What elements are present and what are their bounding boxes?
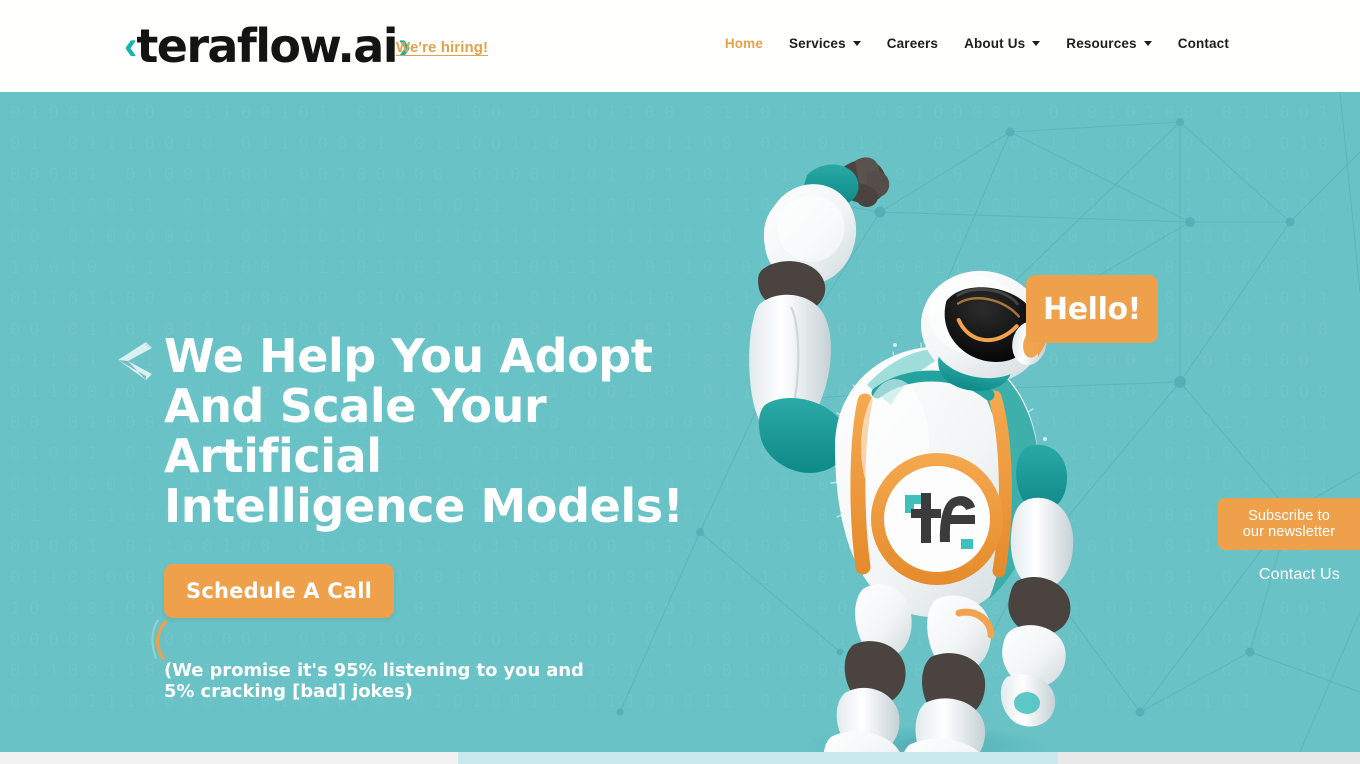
- logo-left-chevron-icon: ‹: [124, 24, 137, 68]
- next-section-panel-left: [0, 752, 458, 764]
- next-section-panel-right: [1058, 752, 1360, 764]
- subscribe-line-2: our newsletter: [1242, 524, 1336, 540]
- chevron-down-icon: [1143, 41, 1152, 46]
- decorative-chevron-icon: [118, 342, 152, 380]
- nav-item-home-label: Home: [724, 36, 763, 51]
- main-navigation: Home Services Careers About Us Resources…: [712, 36, 1242, 51]
- chevron-down-icon: [1032, 41, 1041, 46]
- hero-section: 01001000 01100101 01101100 01101100 0110…: [0, 92, 1360, 752]
- decorative-paren-icon: [151, 620, 168, 660]
- subscribe-newsletter-label: Subscribe to our newsletter: [1243, 508, 1335, 540]
- site-header: ‹ teraflow.ai › We're hiring! Home Servi…: [0, 0, 1360, 92]
- schedule-a-call-button[interactable]: Schedule A Call: [164, 564, 395, 618]
- contact-us-link[interactable]: Contact Us: [1259, 566, 1340, 584]
- robot-mascot-illustration: [749, 157, 1074, 752]
- logo-wordmark: teraflow.ai: [136, 19, 398, 73]
- nav-item-careers[interactable]: Careers: [874, 36, 951, 51]
- nav-item-about-us-label: About Us: [964, 36, 1026, 51]
- hero-headline: We Help You Adopt And Scale Your Artific…: [164, 329, 684, 533]
- nav-item-careers-label: Careers: [886, 36, 939, 51]
- speech-bubble: Hello!: [1026, 275, 1158, 343]
- were-hiring-link[interactable]: We're hiring!: [396, 39, 488, 56]
- nav-item-contact-label: Contact: [1177, 36, 1229, 51]
- subscribe-line-1: Subscribe to: [1248, 508, 1330, 524]
- next-section-preview: [0, 752, 1360, 764]
- nav-item-services-label: Services: [789, 36, 846, 51]
- nav-item-about-us[interactable]: About Us: [951, 36, 1053, 51]
- hero-subnote: (We promise it's 95% listening to you an…: [164, 660, 584, 702]
- site-logo[interactable]: ‹ teraflow.ai ›: [124, 19, 411, 73]
- chevron-down-icon: [852, 41, 861, 46]
- speech-bubble-tail: [1038, 341, 1056, 357]
- subscribe-newsletter-tab[interactable]: Subscribe to our newsletter: [1218, 498, 1360, 550]
- nav-item-resources-label: Resources: [1066, 36, 1137, 51]
- speech-bubble-text: Hello!: [1043, 291, 1141, 327]
- nav-item-resources[interactable]: Resources: [1053, 36, 1164, 51]
- nav-item-contact[interactable]: Contact: [1165, 36, 1242, 51]
- nav-item-home[interactable]: Home: [712, 36, 776, 51]
- nav-item-services[interactable]: Services: [776, 36, 874, 51]
- next-section-panel-center: [458, 752, 1058, 764]
